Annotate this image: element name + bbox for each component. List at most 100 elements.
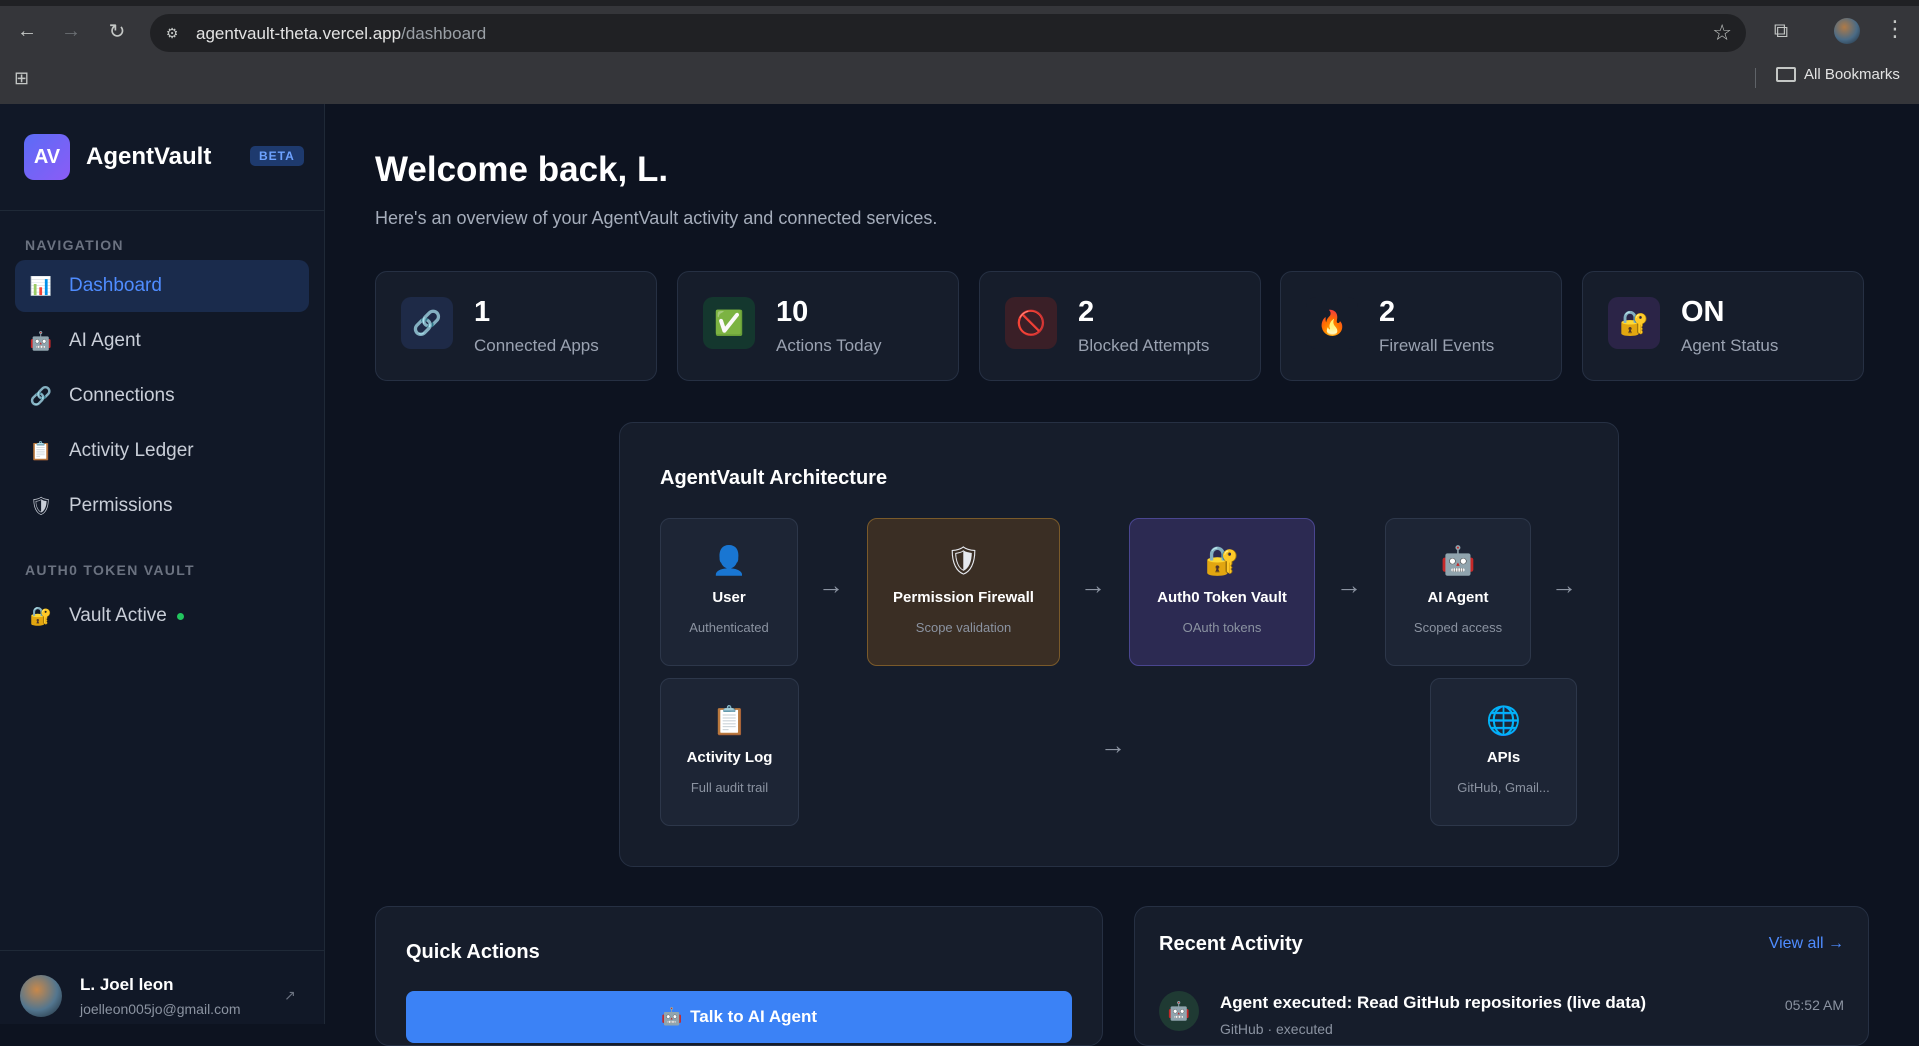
stat-label: Firewall Events xyxy=(1379,336,1495,355)
stat-value: 10 xyxy=(776,296,809,328)
link-icon: 🔗 xyxy=(401,297,453,349)
stat-card-agent-status[interactable]: 🔐 ON Agent Status xyxy=(1582,271,1864,381)
bookmark-star-icon[interactable]: ☆ xyxy=(1712,20,1732,46)
robot-icon: 🤖 xyxy=(29,330,53,351)
node-apis: 🌐 APIs GitHub, Gmail... xyxy=(1430,678,1577,826)
talk-to-agent-label: Talk to AI Agent xyxy=(690,1007,818,1026)
bookmarks-divider xyxy=(1755,68,1756,88)
node-subtitle: Full audit trail xyxy=(690,780,769,795)
node-token-vault: 🔐 Auth0 Token Vault OAuth tokens xyxy=(1129,518,1315,666)
browser-menu-icon[interactable]: ⋮ xyxy=(1884,16,1906,42)
activity-subtitle: GitHub · executed xyxy=(1220,1021,1333,1037)
user-icon: 👤 xyxy=(711,544,747,576)
clipboard-icon: 📋 xyxy=(712,704,747,736)
address-bar[interactable]: ⚙ agentvault-theta.vercel.app/dashboard … xyxy=(150,14,1746,52)
user-name: L. Joel leon xyxy=(80,975,174,994)
stat-value: ON xyxy=(1681,296,1725,328)
sidebar-item-permissions[interactable]: 🛡 Permissions xyxy=(15,480,309,532)
node-subtitle: Scope validation xyxy=(915,620,1012,635)
node-title: Auth0 Token Vault xyxy=(1157,589,1287,606)
avatar xyxy=(20,975,62,1017)
clipboard-icon: 📋 xyxy=(29,440,53,461)
stat-label: Connected Apps xyxy=(474,336,599,355)
user-email: joelleon005jo@gmail.com xyxy=(80,1001,241,1017)
profile-avatar[interactable] xyxy=(1834,18,1860,44)
sidebar-item-label: Dashboard xyxy=(69,275,162,296)
architecture-diagram: AgentVault Architecture 👤 User Authentic… xyxy=(619,422,1619,867)
talk-to-agent-button[interactable]: 🤖 Talk to AI Agent xyxy=(406,991,1072,1043)
node-permission-firewall: 🛡 Permission Firewall Scope validation xyxy=(867,518,1060,666)
sidebar-item-label: Activity Ledger xyxy=(69,440,194,461)
node-title: User xyxy=(712,589,746,606)
external-link-icon[interactable]: ↗ xyxy=(284,987,296,1004)
node-subtitle: Authenticated xyxy=(689,620,769,635)
quick-actions-title: Quick Actions xyxy=(406,941,540,963)
blocked-icon: 🚫 xyxy=(1005,297,1057,349)
extensions-icon[interactable]: ⧉ xyxy=(1768,18,1794,44)
fire-icon: 🔥 xyxy=(1306,297,1358,349)
logo: AV xyxy=(24,134,70,180)
sidebar: AV AgentVault BETA NAVIGATION 📊 Dashboar… xyxy=(0,104,325,1024)
flow-arrow: → xyxy=(818,570,844,600)
node-title: AI Agent xyxy=(1427,589,1489,606)
sidebar-item-label: AI Agent xyxy=(69,330,141,351)
globe-icon: 🌐 xyxy=(1486,704,1521,736)
sidebar-item-label: Permissions xyxy=(69,495,173,516)
main-content: Welcome back, L. Here's an overview of y… xyxy=(326,104,1919,1046)
node-activity-log: 📋 Activity Log Full audit trail xyxy=(660,678,799,826)
sidebar-item-label: Vault Active xyxy=(69,605,167,626)
stat-label: Agent Status xyxy=(1681,336,1779,355)
shield-icon: 🛡 xyxy=(29,495,53,516)
stat-card-blocked-attempts[interactable]: 🚫 2 Blocked Attempts xyxy=(979,271,1261,381)
robot-icon: 🤖 xyxy=(660,1007,683,1026)
url-text[interactable]: agentvault-theta.vercel.app/dashboard xyxy=(196,24,486,44)
all-bookmarks-label: All Bookmarks xyxy=(1804,66,1900,83)
stat-card-actions-today[interactable]: ✅ 10 Actions Today xyxy=(677,271,959,381)
brand-name: AgentVault xyxy=(86,143,212,170)
lock-icon: 🔐 xyxy=(29,605,53,626)
node-subtitle: OAuth tokens xyxy=(1182,620,1262,635)
sidebar-item-activity-ledger[interactable]: 📋 Activity Ledger xyxy=(15,425,309,477)
activity-time: 05:52 AM xyxy=(1784,997,1844,1013)
nav-section-label: NAVIGATION xyxy=(25,237,124,253)
node-title: APIs xyxy=(1486,749,1521,766)
sidebar-item-vault-active[interactable]: 🔐 Vault Active xyxy=(15,590,309,642)
stat-card-connected-apps[interactable]: 🔗 1 Connected Apps xyxy=(375,271,657,381)
apps-grid-icon[interactable]: ⊞ xyxy=(14,68,34,88)
user-profile[interactable]: L. Joel leon joelleon005jo@gmail.com ↗ xyxy=(0,950,325,1024)
folder-icon xyxy=(1776,67,1796,82)
architecture-title: AgentVault Architecture xyxy=(660,467,888,489)
lock-icon: 🔐 xyxy=(1608,297,1660,349)
vault-section-label: AUTH0 TOKEN VAULT xyxy=(25,562,195,578)
sidebar-item-label: Connections xyxy=(69,385,175,406)
stat-value: 2 xyxy=(1078,296,1095,328)
robot-icon: 🤖 xyxy=(1440,544,1476,576)
bar-chart-icon: 📊 xyxy=(29,275,53,296)
forward-button[interactable]: → xyxy=(56,16,86,46)
stat-card-firewall-events[interactable]: 🔥 2 Firewall Events xyxy=(1280,271,1562,381)
stat-value: 2 xyxy=(1379,296,1396,328)
brand[interactable]: AV AgentVault xyxy=(24,134,211,180)
stat-label: Actions Today xyxy=(776,336,882,355)
flow-arrow: → xyxy=(1100,730,1126,760)
node-title: Activity Log xyxy=(686,749,773,766)
flow-arrow: → xyxy=(1336,570,1362,600)
stat-value: 1 xyxy=(474,296,491,328)
robot-icon: 🤖 xyxy=(1159,991,1199,1031)
lock-icon: 🔐 xyxy=(1204,544,1240,576)
shield-icon: 🛡 xyxy=(945,544,982,576)
all-bookmarks-button[interactable]: All Bookmarks xyxy=(1776,66,1900,83)
sidebar-item-connections[interactable]: 🔗 Connections xyxy=(15,370,309,422)
reload-button[interactable]: ↻ xyxy=(102,16,132,46)
activity-title[interactable]: Agent executed: Read GitHub repositories… xyxy=(1220,993,1646,1013)
beta-badge: BETA xyxy=(250,146,304,166)
back-button[interactable]: ← xyxy=(12,16,42,46)
site-info-icon[interactable]: ⚙ xyxy=(162,23,182,43)
view-all-link[interactable]: View all → xyxy=(1769,935,1844,953)
page-title: Welcome back, L. xyxy=(375,150,669,189)
sidebar-item-ai-agent[interactable]: 🤖 AI Agent xyxy=(15,315,309,367)
stat-label: Blocked Attempts xyxy=(1078,336,1210,355)
tab-strip xyxy=(0,0,1919,6)
sidebar-item-dashboard[interactable]: 📊 Dashboard xyxy=(15,260,309,312)
node-user: 👤 User Authenticated xyxy=(660,518,798,666)
